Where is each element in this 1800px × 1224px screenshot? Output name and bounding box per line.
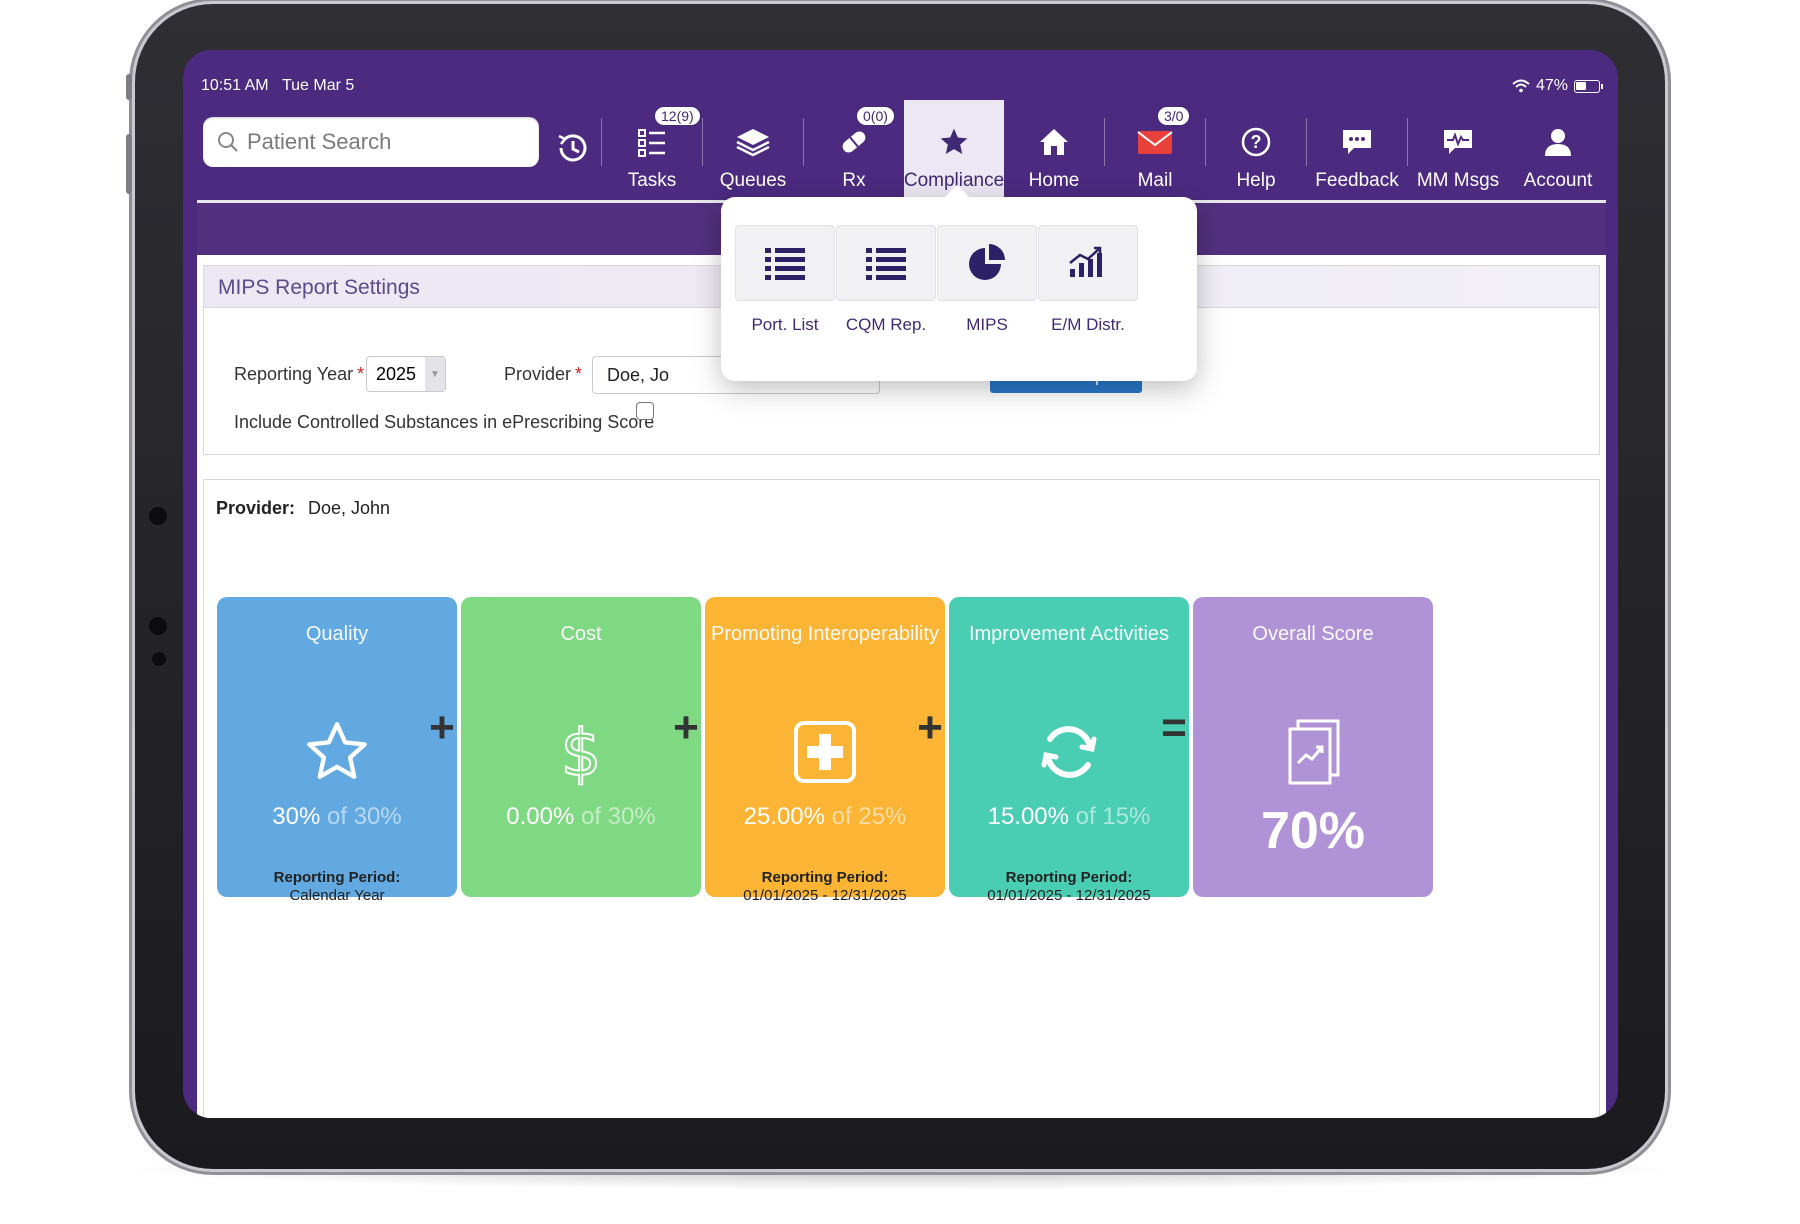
pi-reporting-period: Reporting Period: 01/01/2025 - 12/31/202… bbox=[743, 869, 907, 904]
status-right: 47% bbox=[1512, 77, 1603, 95]
wifi-icon bbox=[1512, 79, 1530, 93]
result-provider-label: Provider: bbox=[216, 498, 296, 518]
menu-item-em-distr[interactable]: E/M Distr. bbox=[1038, 225, 1138, 345]
trend-report-icon bbox=[1288, 719, 1340, 785]
quality-reporting-period: Reporting Period: Calendar Year bbox=[273, 869, 401, 904]
overall-score-value: 70% bbox=[1260, 802, 1366, 860]
result-provider-value: Doe, John bbox=[308, 498, 391, 518]
pulse-message-icon bbox=[1438, 122, 1478, 162]
card-title: Cost bbox=[560, 623, 602, 645]
pie-chart-icon bbox=[937, 225, 1037, 301]
equals-operator: = bbox=[1161, 703, 1187, 752]
history-icon[interactable] bbox=[553, 128, 593, 168]
plus-operator: + bbox=[429, 703, 455, 752]
nav-label-account: Account bbox=[1523, 170, 1593, 191]
dollar-icon: $ bbox=[560, 717, 603, 787]
nav-item-mm-msgs[interactable]: MM Msgs bbox=[1408, 100, 1508, 200]
list-icon bbox=[836, 225, 936, 301]
star-icon bbox=[934, 122, 974, 162]
volume-button bbox=[126, 134, 132, 194]
promoting-interoperability-card[interactable]: Promoting Interoperability 25.00% of 25% bbox=[705, 597, 945, 897]
menu-label: CQM Rep. bbox=[845, 315, 927, 334]
search-icon bbox=[218, 132, 238, 152]
card-score: 0.00% of 30% bbox=[506, 803, 656, 830]
search-input[interactable] bbox=[247, 129, 527, 155]
nav-label-rx: Rx bbox=[842, 170, 866, 191]
nav-item-feedback[interactable]: Feedback bbox=[1307, 100, 1407, 200]
rx-badge: 0(0) bbox=[856, 106, 895, 126]
menu-item-mips[interactable]: MIPS bbox=[937, 225, 1037, 345]
battery-icon bbox=[1574, 79, 1603, 93]
card-score: 25.00% of 25% bbox=[743, 803, 907, 830]
side-button bbox=[126, 74, 132, 100]
svg-text:?: ? bbox=[1251, 132, 1262, 152]
reporting-year-select[interactable]: 2025 ▼ bbox=[366, 356, 446, 392]
nav-item-mail[interactable]: 3/0 Mail bbox=[1105, 100, 1205, 200]
nav-item-queues[interactable]: Queues bbox=[703, 100, 803, 200]
layers-icon bbox=[733, 122, 773, 162]
svg-text:$: $ bbox=[561, 717, 602, 787]
bar-chart-icon bbox=[1038, 225, 1138, 301]
compliance-menu: Port. List CQM Rep. MIPS E/M Distr. bbox=[721, 185, 1197, 381]
nav-label-feedback: Feedback bbox=[1315, 170, 1399, 191]
plus-operator: + bbox=[673, 703, 699, 752]
pill-icon bbox=[834, 122, 874, 162]
nav-label-tasks: Tasks bbox=[627, 170, 677, 191]
nav-item-account[interactable]: Account bbox=[1508, 100, 1608, 200]
nav-item-home[interactable]: Home bbox=[1004, 100, 1104, 200]
controlled-substances-label: Include Controlled Substances in ePrescr… bbox=[234, 412, 655, 432]
card-title: Overall Score bbox=[1252, 623, 1374, 645]
quality-card[interactable]: Quality 30% of 30% bbox=[217, 597, 457, 897]
plus-operator: + bbox=[917, 703, 943, 752]
help-icon: ? bbox=[1236, 122, 1276, 162]
card-title: Quality bbox=[305, 623, 369, 645]
medical-cross-icon bbox=[794, 721, 856, 783]
provider-label: Provider * bbox=[504, 364, 583, 384]
card-title: Promoting Interoperability bbox=[711, 623, 939, 645]
mail-badge: 3/0 bbox=[1157, 106, 1191, 126]
card-score: 15.00% of 15% bbox=[987, 803, 1151, 830]
controlled-substances-checkbox[interactable] bbox=[636, 402, 654, 420]
star-icon bbox=[307, 722, 367, 779]
ia-reporting-period: Reporting Period: 01/01/2025 - 12/31/202… bbox=[987, 869, 1151, 904]
menu-label: Port. List bbox=[751, 315, 819, 334]
nav-label-mm-msgs: MM Msgs bbox=[1416, 170, 1500, 191]
nav-label-queues: Queues bbox=[719, 170, 787, 191]
tasks-badge: 12(9) bbox=[654, 106, 701, 126]
nav-item-help[interactable]: ? Help bbox=[1206, 100, 1306, 200]
battery-percent: 47% bbox=[1535, 77, 1568, 94]
refresh-icon bbox=[1041, 726, 1097, 778]
overall-score-card[interactable]: Overall Score 70% bbox=[1193, 597, 1433, 897]
tablet-screen: 10:51 AM Tue Mar 5 47% 12(9) Tasks Que bbox=[183, 50, 1618, 1118]
cost-card[interactable]: Cost $ 0.00% of 30% bbox=[461, 597, 701, 897]
tasks-icon bbox=[632, 122, 672, 162]
nav-label-mail: Mail bbox=[1137, 170, 1173, 191]
menu-label: E/M Distr. bbox=[1051, 315, 1125, 334]
list-icon bbox=[735, 225, 835, 301]
main-nav: 12(9) Tasks Queues 0(0) Rx Compliance Ho… bbox=[601, 100, 1608, 200]
chat-bubble-icon bbox=[1337, 122, 1377, 162]
nav-item-rx[interactable]: 0(0) Rx bbox=[804, 100, 904, 200]
chevron-down-icon: ▼ bbox=[425, 357, 445, 391]
nav-item-tasks[interactable]: 12(9) Tasks bbox=[602, 100, 702, 200]
home-icon bbox=[1034, 122, 1074, 162]
card-score: 30% of 30% bbox=[272, 803, 402, 830]
camera-dot bbox=[149, 617, 167, 635]
camera-dot bbox=[152, 652, 166, 666]
menu-item-cqm-rep[interactable]: CQM Rep. bbox=[836, 225, 936, 345]
nav-label-help: Help bbox=[1236, 170, 1276, 191]
mail-icon bbox=[1135, 122, 1175, 162]
menu-label: MIPS bbox=[966, 315, 1008, 334]
status-time: 10:51 AM Tue Mar 5 bbox=[201, 77, 355, 94]
user-icon bbox=[1538, 122, 1578, 162]
improvement-activities-card[interactable]: Improvement Activities 15.00% of 15% bbox=[949, 597, 1189, 897]
menu-item-port-list[interactable]: Port. List bbox=[735, 225, 835, 345]
card-title: Improvement Activities bbox=[968, 623, 1170, 645]
nav-label-home: Home bbox=[1028, 170, 1080, 191]
reporting-year-value: 2025 bbox=[376, 363, 417, 384]
camera-dot bbox=[149, 507, 167, 525]
patient-search[interactable] bbox=[203, 117, 539, 167]
reporting-year-label: Reporting Year * bbox=[234, 364, 365, 384]
